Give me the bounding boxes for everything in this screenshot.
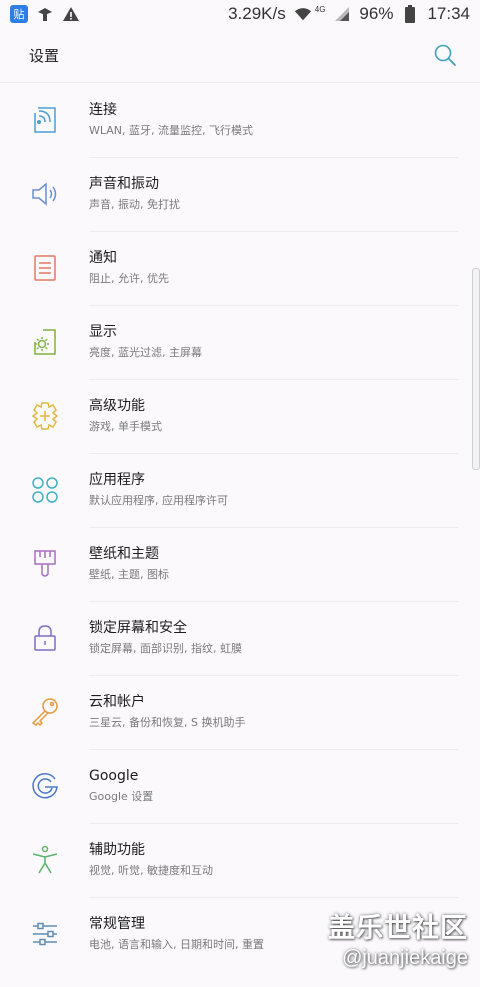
settings-item-display[interactable]: 显示 亮度, 蓝光过滤, 主屏幕 <box>0 306 480 380</box>
watermark: 盖乐世社区 @juanjiekaige <box>328 906 468 970</box>
wifi-icon <box>294 5 312 23</box>
battery-percent: 96% <box>359 4 394 23</box>
clock: 17:34 <box>427 4 470 23</box>
settings-item-lockscreen[interactable]: 锁定屏幕和安全 锁定屏幕, 面部识别, 指纹, 虹膜 <box>0 602 480 676</box>
item-subtitle: WLAN, 蓝牙, 流量监控, 飞行模式 <box>89 124 253 137</box>
advanced-gear-icon <box>26 397 64 435</box>
watermark-title: 盖乐世社区 <box>328 913 468 943</box>
network-speed: 3.29K/s <box>228 4 286 23</box>
item-title: 声音和振动 <box>89 176 159 192</box>
search-icon <box>434 44 456 66</box>
settings-item-apps[interactable]: 应用程序 默认应用程序, 应用程序许可 <box>0 454 480 528</box>
settings-item-wallpapers[interactable]: 壁纸和主题 壁纸, 主题, 图标 <box>0 528 480 602</box>
watermark-handle: @juanjiekaige <box>342 947 468 969</box>
item-title: 壁纸和主题 <box>89 546 159 562</box>
status-bar: 贴 3.29K/s 4G 96% 17:34 <box>0 0 480 28</box>
hat-notification-icon <box>36 5 54 23</box>
item-subtitle: 阻止, 允许, 优先 <box>89 272 169 285</box>
item-subtitle: 默认应用程序, 应用程序许可 <box>89 494 228 507</box>
display-icon <box>26 323 64 361</box>
item-title: 辅助功能 <box>89 842 145 858</box>
speaker-icon <box>26 175 64 213</box>
notification-icon <box>26 249 64 287</box>
settings-item-accessibility[interactable]: 辅助功能 视觉, 听觉, 敏捷度和互动 <box>0 824 480 898</box>
scrollbar[interactable] <box>472 268 480 470</box>
search-button[interactable] <box>432 42 458 68</box>
battery-icon <box>401 5 419 23</box>
item-title: 常规管理 <box>89 916 145 932</box>
item-title: 应用程序 <box>89 472 145 488</box>
item-subtitle: 声音, 振动, 免打扰 <box>89 198 180 211</box>
tieba-notification-icon: 贴 <box>10 5 28 23</box>
settings-item-sound[interactable]: 声音和振动 声音, 振动, 免打扰 <box>0 158 480 232</box>
settings-list: 连接 WLAN, 蓝牙, 流量监控, 飞行模式 声音和振动 声音, 振动, 免打… <box>0 84 480 972</box>
item-subtitle: Google 设置 <box>89 790 154 803</box>
google-icon <box>26 767 64 805</box>
brush-icon <box>26 545 64 583</box>
settings-item-connections[interactable]: 连接 WLAN, 蓝牙, 流量监控, 飞行模式 <box>0 84 480 158</box>
connections-icon <box>26 101 64 139</box>
item-title: Google <box>89 768 139 784</box>
item-subtitle: 锁定屏幕, 面部识别, 指纹, 虹膜 <box>89 642 242 655</box>
key-icon <box>26 693 64 731</box>
page-title: 设置 <box>29 46 60 65</box>
settings-item-cloud-accounts[interactable]: 云和帐户 三星云, 备份和恢复, S 换机助手 <box>0 676 480 750</box>
item-subtitle: 壁纸, 主题, 图标 <box>89 568 169 581</box>
item-title: 显示 <box>89 324 117 340</box>
signal-icon <box>333 5 351 23</box>
item-title: 云和帐户 <box>89 694 145 710</box>
accessibility-icon <box>26 841 64 879</box>
sliders-icon <box>26 915 64 953</box>
settings-item-notifications[interactable]: 通知 阻止, 允许, 优先 <box>0 232 480 306</box>
settings-item-advanced[interactable]: 高级功能 游戏, 单手模式 <box>0 380 480 454</box>
item-subtitle: 游戏, 单手模式 <box>89 420 162 433</box>
warning-icon <box>62 5 80 23</box>
item-subtitle: 视觉, 听觉, 敏捷度和互动 <box>89 864 213 877</box>
lock-icon <box>26 619 64 657</box>
status-bar-left: 贴 <box>10 5 80 23</box>
network-type: 4G <box>314 4 326 14</box>
item-subtitle: 亮度, 蓝光过滤, 主屏幕 <box>89 346 202 359</box>
item-subtitle: 三星云, 备份和恢复, S 换机助手 <box>89 716 246 729</box>
item-subtitle: 电池, 语言和输入, 日期和时间, 重置 <box>89 938 264 951</box>
settings-item-google[interactable]: Google Google 设置 <box>0 750 480 824</box>
item-title: 通知 <box>89 250 117 266</box>
item-title: 连接 <box>89 102 117 118</box>
item-title: 锁定屏幕和安全 <box>89 620 187 636</box>
apps-icon <box>26 471 64 509</box>
item-title: 高级功能 <box>89 398 145 414</box>
status-bar-right: 3.29K/s 4G 96% 17:34 <box>228 4 470 24</box>
app-header: 设置 <box>0 28 480 83</box>
